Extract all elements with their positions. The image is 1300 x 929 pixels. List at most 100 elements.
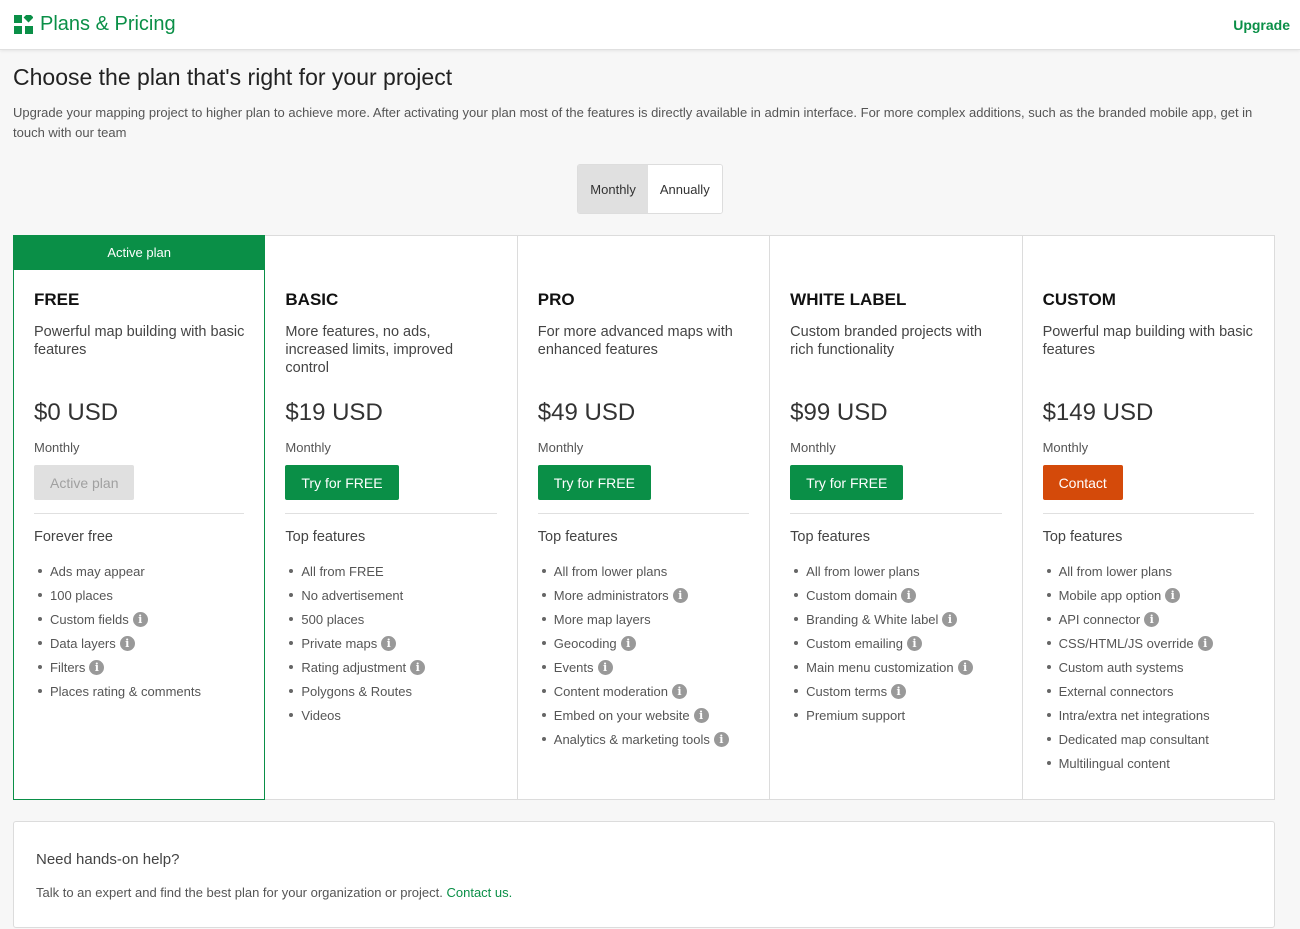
feature-label: Premium support [806,707,906,723]
contact-button[interactable]: Contact [1042,465,1123,500]
info-icon[interactable]: i [620,635,636,651]
info-icon[interactable]: i [1144,611,1160,627]
feature-item: API connector i [1046,607,1254,631]
feature-item: All from lower plans [794,559,1001,583]
info-icon[interactable]: i [119,635,135,651]
feature-label: Filters [50,659,86,675]
plan-name: FREE [34,290,80,309]
plan-divider [790,513,1002,514]
info-icon[interactable]: i [671,683,687,699]
toggle-monthly[interactable]: Monthly [578,165,648,213]
info-icon[interactable]: i [132,611,148,627]
feature-item: All from lower plans [541,559,749,583]
feature-label: 500 places [301,611,365,627]
feature-list: Ads may appear 100 places Custom fields i Da… [34,559,244,703]
feature-item: More administrators i [541,583,749,607]
upgrade-link[interactable]: Upgrade [1233,17,1290,33]
feature-item: More map layers [541,607,749,631]
feature-label: Ads may appear [50,563,145,579]
feature-item: Custom auth systems [1046,655,1254,679]
feature-item: 500 places [289,607,496,631]
feature-item: Custom terms i [794,679,1001,703]
info-icon[interactable]: i [597,659,613,675]
billing-toggle: Monthly Annually [577,164,723,214]
plan-name: BASIC [285,290,339,309]
feature-item: Embed on your website i [541,703,749,727]
info-icon[interactable]: i [891,683,907,699]
feature-item: Content moderation i [541,679,749,703]
feature-item: All from FREE [289,559,496,583]
info-icon[interactable]: i [942,611,958,627]
feature-label: Mobile app option [1058,587,1162,603]
features-title: Top features [1042,529,1123,545]
help-box: Need hands-on help? Talk to an expert an… [13,821,1275,928]
feature-item: Branding & White label i [794,607,1001,631]
feature-label: Custom auth systems [1058,659,1184,675]
info-icon[interactable]: i [672,587,688,603]
feature-label: Main menu customization [806,659,954,675]
page-title-header: Plans & Pricing [40,13,176,35]
active-plan-button: Active plan [34,465,135,500]
plan-period: Monthly [790,440,836,455]
info-icon[interactable]: i [1165,587,1181,603]
features-title: Forever free [34,529,113,545]
info-icon[interactable]: i [693,707,709,723]
plan-description: Powerful map building with basic feature… [34,324,245,358]
feature-item: Private maps i [289,631,496,655]
toggle-annually[interactable]: Annually [647,165,722,213]
try-free-button[interactable]: Try for FREE [285,465,399,500]
feature-item: Intra/extra net integrations [1046,703,1254,727]
feature-label: No advertisement [301,587,404,603]
plan-card-free: Active plan FREE Powerful map building w… [13,235,266,800]
feature-label: Private maps [301,635,378,651]
info-icon[interactable]: i [89,659,105,675]
feature-item: Polygons & Routes [289,679,496,703]
try-free-button[interactable]: Try for FREE [790,465,904,500]
billing-toggle-wrap: Monthly Annually [13,164,1287,214]
features-title: Top features [537,529,618,545]
active-plan-ribbon: Active plan [13,235,266,270]
feature-label: Dedicated map consultant [1058,731,1209,747]
main-content: Choose the plan that's right for your pr… [0,64,1300,928]
page-description: Upgrade your mapping project to higher p… [13,105,1253,140]
info-icon[interactable]: i [957,659,973,675]
info-icon[interactable]: i [381,635,397,651]
feature-item: Videos [289,703,496,727]
feature-item: Mobile app option i [1046,583,1254,607]
info-icon[interactable]: i [410,659,426,675]
try-free-button[interactable]: Try for FREE [537,465,651,500]
feature-label: Polygons & Routes [301,683,412,699]
contact-us-link[interactable]: Contact us. [446,885,512,900]
plan-name: PRO [537,290,575,309]
feature-label: All from lower plans [553,563,668,579]
feature-label: Analytics & marketing tools [553,731,710,747]
feature-list: All from FREE No advertisement 500 places P… [285,559,496,727]
plan-name: WHITE LABEL [790,290,907,309]
info-icon[interactable]: i [901,587,917,603]
features-title: Top features [285,529,366,545]
feature-label: All from lower plans [806,563,920,579]
info-icon[interactable]: i [713,731,729,747]
feature-item: All from lower plans [1046,559,1254,583]
info-icon[interactable]: i [1197,635,1213,651]
feature-label: Data layers [50,635,116,651]
feature-label: API connector [1058,611,1141,627]
plan-name: CUSTOM [1042,290,1116,309]
plan-description: Custom branded projects with rich functi… [790,324,982,358]
feature-item: Data layers i [37,631,244,655]
feature-item: Premium support [794,703,1001,727]
feature-item: Ads may appear [37,559,244,583]
page-title: Choose the plan that's right for your pr… [13,64,453,90]
feature-label: Rating adjustment [301,659,407,675]
feature-label: Geocoding [553,635,617,651]
info-icon[interactable]: i [907,635,922,651]
feature-item: Custom emailing i [794,631,1001,655]
plan-price: $49 USD [537,399,636,426]
feature-label: Events [553,659,594,675]
plan-price: $0 USD [34,399,119,426]
feature-list: All from lower plans More administrators i… [538,559,749,751]
plan-divider [537,513,750,514]
grid-logo-icon [14,15,33,34]
feature-label: 100 places [50,587,113,603]
feature-label: External connectors [1058,683,1174,699]
